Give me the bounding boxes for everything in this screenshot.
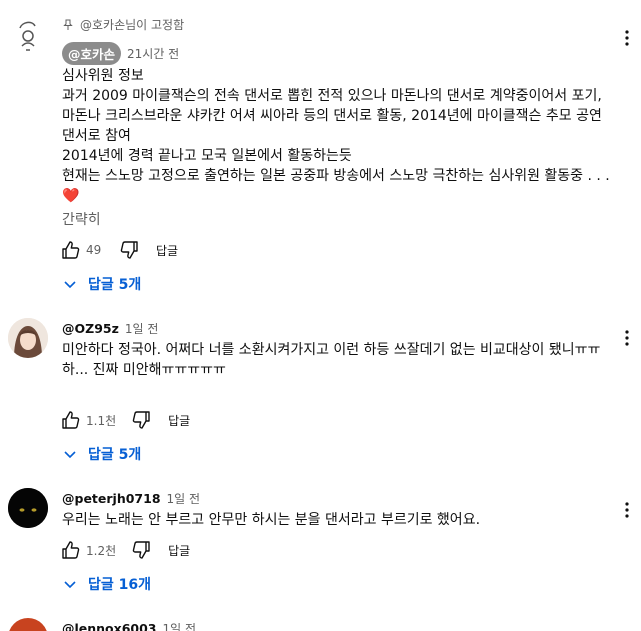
thumb-up-icon: [62, 241, 80, 259]
black-cat-avatar-icon: [8, 488, 48, 528]
like-count: 1.1천: [86, 413, 117, 428]
thumb-down-icon: [132, 541, 150, 559]
comment-thread-3: @peterjh0718 1일 전 우리는 노래는 안 부르고 안무만 하시는 …: [0, 480, 641, 610]
pinned-text: @호카손님이 고정함: [80, 18, 185, 32]
like-count: 49: [86, 243, 102, 257]
like-button[interactable]: [58, 538, 84, 562]
comment-actions: 49 답글: [58, 238, 178, 262]
reply-button[interactable]: 답글: [168, 412, 190, 429]
reply-button[interactable]: 답글: [168, 542, 190, 559]
sketch-avatar-icon: [19, 21, 36, 51]
chevron-down-icon: [64, 581, 76, 589]
more-actions-button[interactable]: [617, 326, 637, 350]
more-vert-icon: [625, 330, 629, 346]
more-actions-button[interactable]: [617, 26, 637, 50]
comment-header: @호카손 21시간 전: [62, 42, 179, 65]
collapse-toggle[interactable]: 간략히: [62, 209, 101, 229]
timestamp[interactable]: 1일 전: [125, 320, 159, 337]
timestamp[interactable]: 1일 전: [163, 620, 197, 631]
view-replies-button[interactable]: 답글 16개: [62, 574, 151, 594]
replies-count: 답글 5개: [88, 277, 142, 293]
thumb-down-icon: [120, 241, 138, 259]
dislike-button[interactable]: [128, 538, 154, 562]
avatar[interactable]: [8, 318, 48, 358]
more-actions-button[interactable]: [617, 498, 637, 522]
comment-text: 우리는 노래는 안 부르고 안무만 하시는 분을 댄서라고 부르기로 했어요.: [62, 512, 481, 528]
comment-thread-2: @OZ95z 1일 전 미안하다 정국아. 어쩌다 너를 소환시켜가지고 이런 …: [0, 300, 641, 480]
view-replies-button[interactable]: 답글 5개: [62, 444, 141, 464]
avatar[interactable]: [8, 16, 48, 56]
comment-header: @lennox6003 1일 전: [62, 620, 196, 631]
pin-icon: [63, 19, 73, 30]
avatar[interactable]: [8, 488, 48, 528]
view-replies-button[interactable]: 답글 5개: [62, 274, 141, 294]
comment-actions: 1.2천 답글: [58, 538, 190, 562]
more-vert-icon: [625, 502, 629, 518]
replies-count: 답글 16개: [88, 577, 151, 593]
like-button[interactable]: [58, 408, 84, 432]
like-count: 1.2천: [86, 543, 117, 558]
thumb-up-icon: [62, 541, 80, 559]
thumb-down-icon: [132, 411, 150, 429]
dislike-button[interactable]: [116, 238, 142, 262]
reply-button[interactable]: 답글: [156, 242, 178, 259]
thumb-up-icon: [62, 411, 80, 429]
avatar[interactable]: [8, 618, 48, 631]
user-photo-icon: [8, 318, 48, 358]
like-button[interactable]: [58, 238, 84, 262]
author-name[interactable]: @호카손: [62, 42, 122, 65]
more-vert-icon: [625, 30, 629, 46]
timestamp[interactable]: 1일 전: [167, 490, 201, 507]
comment-actions: 1.1천 답글: [58, 408, 190, 432]
author-name[interactable]: @peterjh0718: [62, 491, 161, 506]
dislike-button[interactable]: [128, 408, 154, 432]
replies-count: 답글 5개: [88, 447, 142, 463]
comment-header: @peterjh0718 1일 전: [62, 490, 200, 507]
comment-thread-4: @lennox6003 1일 전: [0, 610, 641, 631]
comment-text: 미안하다 정국아. 어쩌다 너를 소환시켜가지고 이런 하등 쓰잘데기 없는 비…: [62, 342, 601, 378]
comment-header: @OZ95z 1일 전: [62, 320, 158, 337]
timestamp[interactable]: 21시간 전: [127, 45, 179, 62]
author-name[interactable]: @OZ95z: [62, 321, 119, 336]
chevron-down-icon: [64, 281, 76, 289]
author-name[interactable]: @lennox6003: [62, 621, 157, 631]
chevron-down-icon: [64, 451, 76, 459]
comment-text: 심사위원 정보 과거 2009 마이클잭슨의 전속 댄서로 뽑힌 전적 있으나 …: [62, 68, 610, 204]
pinned-indicator: @호카손님이 고정함: [62, 16, 184, 33]
comment-thread-1: @호카손님이 고정함 @호카손 21시간 전 심사위원 정보 과거 2009 마…: [0, 0, 641, 300]
